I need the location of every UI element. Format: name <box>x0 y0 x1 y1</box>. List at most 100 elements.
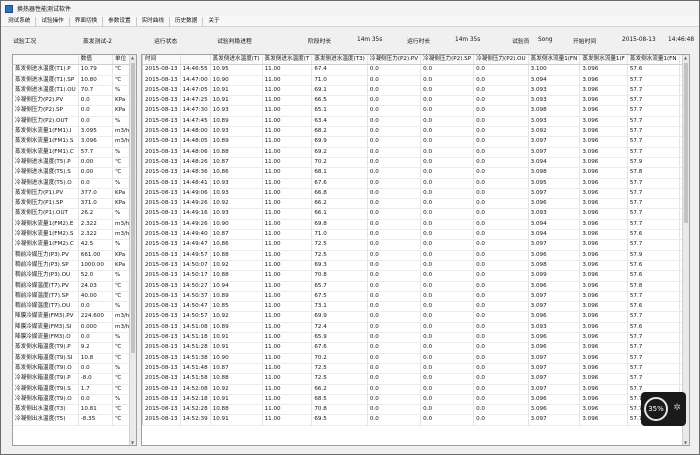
table-row[interactable]: 冷凝侧出水温度(T5) -8.35 ℃ <box>13 414 136 426</box>
table-row[interactable]: 蒸发侧水流量1(FM1).C 57.7% <box>13 147 136 158</box>
parameter-scrollbar[interactable]: ▲ ▼ <box>129 55 136 445</box>
table-row[interactable]: 冷凝侧水箱温度(T9).P -8.0 ℃ <box>13 373 136 385</box>
table-row[interactable]: 2015-08-13 14:52:28 10.88 11.00 70.8 0.0 0.0 0.… <box>142 404 689 416</box>
evap-in-temp-out-cell: 73.1 <box>311 301 368 313</box>
table-row[interactable]: 2015-08-13 14:51:28 10.91 11.00 67.6 0.0 0.0 0.… <box>142 342 689 354</box>
table-row[interactable]: 2015-08-13 14:48:06 10.88 11.00 69.2 0.0 0.0 0.… <box>142 147 689 158</box>
table-row[interactable]: 冷凝侧压力(P2).PV 0.0 KPa <box>13 95 136 107</box>
table-row[interactable]: 2015-08-13 14:48:36 10.86 11.00 68.1 0.0 0.0 0.… <box>142 167 689 179</box>
table-row[interactable]: 2015-08-13 14:48:26 10.87 11.00 70.2 0.0 0.0 0.… <box>142 157 689 169</box>
table-row[interactable]: 蒸发侧水流量1(FM1).I 3.095 m3/h <box>13 126 136 138</box>
data-log-scrollbar[interactable]: ▲ ▼ <box>682 55 689 445</box>
evap-in-temp-sp-cell: 11.00 <box>262 363 313 375</box>
table-row[interactable]: 蒸发侧压力(P1).PV 377.0 KPa <box>13 188 136 200</box>
table-row[interactable]: 2015-08-13 14:49:06 10.93 11.00 66.8 0.0 0.0 0.… <box>142 188 689 200</box>
evap-in-temp-out-cell: 72.5 <box>311 250 368 261</box>
time-cell: 14:51:08 <box>180 322 211 334</box>
table-row[interactable]: 2015-08-13 14:47:00 10.90 11.00 71.0 0.0 0.0 0.… <box>142 75 689 86</box>
table-row[interactable]: 2015-08-13 14:49:26 10.92 11.00 66.2 0.0 0.0 0.… <box>142 198 689 210</box>
table-row[interactable]: 降膜冷媒流量(FM3).PV 224.600 m3/h <box>13 311 136 323</box>
table-row[interactable]: 冷凝侧水箱温度(T9).O 0.0% <box>13 394 136 406</box>
table-row[interactable]: 蒸发侧水箱温度(T9).P 9.2 ℃ <box>13 342 136 354</box>
table-row[interactable]: 冷凝侧水流量1(FM2).E 2.322 m3/h <box>13 219 136 231</box>
table-row[interactable]: 2015-08-13 14:47:45 10.89 11.00 63.4 0.0 0.0 0.… <box>142 116 689 128</box>
table-row[interactable]: 2015-08-13 14:52:18 10.91 11.00 68.5 0.0 0.0 0.… <box>142 394 689 406</box>
table-row[interactable]: 2015-08-13 14:49:16 10.93 11.00 66.1 0.0 0.0 0.… <box>142 208 689 220</box>
table-row[interactable]: 稠前冷媒温度(T7).PV 24.03 ℃ <box>13 281 136 292</box>
table-row[interactable]: 降膜冷媒流量(FM3).O 0.0% <box>13 332 136 344</box>
table-row[interactable]: 2015-08-13 14:52:39 10.91 11.00 69.5 0.0 0.0 0.… <box>142 414 689 426</box>
table-row[interactable]: 2015-08-13 14:48:00 10.93 11.00 68.2 0.0 0.0 0.… <box>142 126 689 138</box>
menu-about[interactable]: 关于 <box>203 17 224 26</box>
table-row[interactable]: 2015-08-13 14:50:17 10.88 11.00 70.8 0.0 0.0 0.… <box>142 270 689 282</box>
table-row[interactable]: 2015-08-13 14:51:18 10.91 11.00 65.9 0.0 0.0 0.… <box>142 332 689 344</box>
table-row[interactable]: 2015-08-13 14:49:47 10.86 11.00 72.5 0.0 0.0 0.… <box>142 239 689 251</box>
table-row[interactable]: 降膜冷媒流量(FM3).SI 0.000 m3/h <box>13 322 136 334</box>
table-row[interactable]: 2015-08-13 14:51:48 10.87 11.00 72.5 0.0 0.0 0.… <box>142 363 689 375</box>
table-row[interactable]: 冷凝侧水流量1(FM2).C 42.5% <box>13 239 136 251</box>
scrollbar-thumb[interactable] <box>684 63 688 223</box>
evap-in-temp-out-cell: 70.2 <box>311 353 368 364</box>
table-row[interactable]: 蒸发侧出水温度(T3) 10.81 ℃ <box>13 404 136 416</box>
table-row[interactable]: 2015-08-13 14:48:05 10.89 11.00 69.9 0.0 0.0 0.… <box>142 136 689 148</box>
table-row[interactable]: 冷凝侧水箱温度(T9).S 1.7 ℃ <box>13 384 136 395</box>
evap-in-temp-out-cell: 70.8 <box>311 270 368 282</box>
performance-monitor-widget[interactable]: 35% ✲ <box>641 392 686 426</box>
cond-pressure-sp-cell: 0.0 <box>420 95 475 107</box>
table-row[interactable]: 稠前冷媒压力(P3).OU 52.0% <box>13 270 136 282</box>
table-row[interactable]: 蒸发侧水箱温度(T9).O 0.0% <box>13 363 136 375</box>
evap-flow-out-cell: 57.7 <box>627 363 680 375</box>
scrollbar-thumb[interactable] <box>131 63 135 353</box>
table-row[interactable]: 2015-08-13 14:51:08 10.89 11.00 72.4 0.0 0.0 0.… <box>142 322 689 334</box>
scroll-down-icon[interactable]: ▼ <box>131 440 134 445</box>
table-row[interactable]: 2015-08-13 14:46:55 10.95 11.00 67.4 0.0 0.0 0.… <box>142 64 689 76</box>
param-value-cell: 24.03 <box>78 281 114 292</box>
table-row[interactable]: 蒸发侧水流量1(FM1).S 3.096 m3/h <box>13 136 136 148</box>
table-row[interactable]: 2015-08-13 14:50:37 10.89 11.00 67.5 0.0 0.0 0.… <box>142 291 689 303</box>
table-row[interactable]: 2015-08-13 14:50:27 10.94 11.00 65.7 0.0 0.0 0.… <box>142 281 689 292</box>
evap-flow-out-cell: 57.7 <box>627 178 680 189</box>
cond-pressure-out-cell: 0.0 <box>473 208 529 220</box>
table-row[interactable]: 2015-08-13 14:47:25 10.91 11.00 66.5 0.0 0.0 0.… <box>142 95 689 107</box>
scroll-up-icon[interactable]: ▲ <box>131 55 134 60</box>
table-row[interactable]: 冷凝侧水流量1(FM2).S 2.322 m3/h <box>13 229 136 241</box>
evap-in-temp-sp-cell: 11.00 <box>262 260 313 272</box>
table-row[interactable]: 蒸发侧水箱温度(T9).SI 10.8 ℃ <box>13 353 136 364</box>
menu-view-switch[interactable]: 界面切换 <box>70 16 104 26</box>
table-row[interactable]: 2015-08-13 14:47:30 10.93 11.00 65.1 0.0 0.0 0.… <box>142 105 689 117</box>
menu-parameter-settings[interactable]: 参数设置 <box>103 16 137 26</box>
scroll-up-icon[interactable]: ▲ <box>684 55 687 60</box>
cond-pressure-sp-cell: 0.0 <box>420 188 475 200</box>
table-row[interactable]: 2015-08-13 14:50:57 10.92 11.00 69.9 0.0 0.0 0.… <box>142 311 689 323</box>
table-row[interactable]: 2015-08-13 14:51:38 10.90 11.00 70.2 0.0 0.0 0.… <box>142 353 689 364</box>
table-row[interactable]: 2015-08-13 14:51:58 10.88 11.00 72.5 0.0 0.0 0.… <box>142 373 689 385</box>
table-row[interactable]: 冷凝侧进水温度(T5).S 0.00 ℃ <box>13 167 136 179</box>
menu-history-data[interactable]: 历史数据 <box>170 16 204 26</box>
table-row[interactable]: 稠前冷媒温度(T7).OU 0.0% <box>13 301 136 313</box>
table-row[interactable]: 稠前冷媒压力(P3).SP 1000.00 KPa <box>13 260 136 272</box>
table-row[interactable]: 冷凝侧压力(P2).OUT 0.0% <box>13 116 136 128</box>
table-row[interactable]: 2015-08-13 14:48:41 10.93 11.00 67.6 0.0 0.0 0.… <box>142 178 689 189</box>
table-row[interactable]: 2015-08-13 14:49:40 10.87 11.00 71.0 0.0 0.0 0.… <box>142 229 689 241</box>
table-row[interactable]: 蒸发侧进水温度(T1).SP 10.80 ℃ <box>13 75 136 86</box>
table-row[interactable]: 蒸发侧进水温度(T1).OU 70.7% <box>13 85 136 97</box>
table-row[interactable]: 2015-08-13 14:50:07 10.92 11.00 69.3 0.0 0.0 0.… <box>142 260 689 272</box>
table-row[interactable]: 冷凝侧进水温度(T5).P 0.00 ℃ <box>13 157 136 169</box>
param-name-cell: 降膜冷媒流量(FM3).O <box>13 332 79 344</box>
table-row[interactable]: 稠前冷媒压力(P3).PV 661.00 KPa <box>13 250 136 261</box>
table-row[interactable]: 冷凝侧进水温度(T5).O 0.0% <box>13 178 136 189</box>
table-row[interactable]: 2015-08-13 14:50:47 10.85 11.00 73.1 0.0 0.0 0.… <box>142 301 689 313</box>
scroll-down-icon[interactable]: ▼ <box>684 440 687 445</box>
table-row[interactable]: 稠前冷媒温度(T7).SP 40.00 ℃ <box>13 291 136 303</box>
table-row[interactable]: 2015-08-13 14:47:05 10.91 11.00 69.1 0.0 0.0 0.… <box>142 85 689 97</box>
menu-realtime-curve[interactable]: 实时曲线 <box>137 16 170 26</box>
menu-test-system[interactable]: 测试系统 <box>3 16 37 26</box>
table-row[interactable]: 冷凝侧压力(P2).SP 0.0 KPa <box>13 105 136 117</box>
menu-test-operation[interactable]: 试验操作 <box>36 16 70 26</box>
table-row[interactable]: 蒸发侧压力(P1).SP 371.0 KPa <box>13 198 136 210</box>
table-row[interactable]: 蒸发侧压力(P1).OUT 26.2% <box>13 208 136 220</box>
table-row[interactable]: 2015-08-13 14:49:26 10.90 11.00 69.8 0.0 0.0 0.… <box>142 219 689 231</box>
table-row[interactable]: 2015-08-13 14:49:57 10.88 11.00 72.5 0.0 0.0 0.… <box>142 250 689 261</box>
table-row[interactable]: 2015-08-13 14:52:08 10.92 11.00 66.2 0.0 0.0 0.… <box>142 384 689 395</box>
table-row[interactable]: 蒸发侧进水温度(T1).P 10.79 ℃ <box>13 64 136 76</box>
